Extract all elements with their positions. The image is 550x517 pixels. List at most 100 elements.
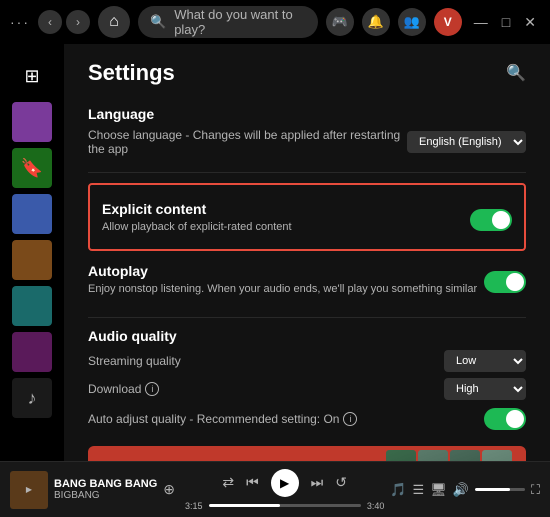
explicit-toggle-slider [470, 209, 512, 231]
streaming-quality-row: Streaming quality Low Normal High Very h… [88, 350, 526, 372]
auto-adjust-label: Auto adjust quality - Recommended settin… [88, 412, 339, 426]
player-right-controls: 🎵 ☰ 🖥 🔊 ⛶ [390, 482, 540, 498]
promo-banner[interactable]: LINKIN PARK THE EMPTINESS MACHINE LISTEN… [88, 446, 526, 461]
friends-icon[interactable]: 👥 [398, 8, 426, 36]
download-label: Download [88, 382, 141, 396]
banner-figure-2 [418, 450, 448, 461]
topbar-nav: ‹ › [38, 10, 90, 34]
auto-adjust-row: Auto adjust quality - Recommended settin… [88, 408, 526, 430]
settings-header: Settings 🔍 [88, 60, 526, 86]
auto-adjust-label-wrap: Auto adjust quality - Recommended settin… [88, 412, 357, 426]
autoplay-toggle[interactable] [484, 271, 526, 293]
player-time-total: 3:40 [367, 501, 385, 511]
banner-figure-1 [386, 450, 416, 461]
player-time-current: 3:15 [185, 501, 203, 511]
window-controls: — □ ✕ [470, 12, 540, 33]
player-buttons: ⇄ ⏮ ▶ ⏭ ↺ [222, 469, 347, 497]
player-track-name: BANG BANG BANG [54, 478, 157, 490]
prev-button[interactable]: ⏮ [246, 474, 259, 491]
progress-bar[interactable] [209, 504, 361, 507]
forward-button[interactable]: › [66, 10, 90, 34]
sidebar-item-1[interactable] [12, 102, 52, 142]
sidebar-note-icon[interactable]: ♪ [12, 378, 52, 418]
player-album-art: ▶ [10, 471, 48, 509]
language-select[interactable]: English (English) [407, 131, 526, 153]
sidebar-item-5[interactable] [12, 286, 52, 326]
autoplay-title: Autoplay [88, 263, 477, 279]
sidebar: ⊞ 🔖 ♪ [0, 44, 64, 461]
close-button[interactable]: ✕ [520, 12, 540, 33]
controller-icon[interactable]: 🎮 [326, 8, 354, 36]
maximize-button[interactable]: □ [498, 12, 514, 33]
streaming-quality-select[interactable]: Low Normal High Very high [444, 350, 526, 372]
sidebar-item-3[interactable] [12, 194, 52, 234]
settings-search-icon[interactable]: 🔍 [506, 63, 526, 83]
language-description: Choose language - Changes will be applie… [88, 128, 407, 156]
banner-figures [386, 450, 512, 461]
sidebar-item-4[interactable] [12, 240, 52, 280]
search-bar[interactable]: 🔍 What do you want to play? [138, 6, 318, 38]
autoplay-section: Autoplay Enjoy nonstop listening. When y… [88, 263, 526, 301]
settings-content: Settings 🔍 Language Choose language - Ch… [64, 44, 550, 461]
volume-icon[interactable]: 🔊 [453, 482, 469, 498]
player-info: BANG BANG BANG BIGBANG [54, 478, 157, 501]
banner-figure-3 [450, 450, 480, 461]
streaming-quality-label: Streaming quality [88, 354, 181, 368]
player-bar: ▶ BANG BANG BANG BIGBANG ⊕ ⇄ ⏮ ▶ ⏭ ↺ 3:1… [0, 461, 550, 517]
user-avatar[interactable]: V [434, 8, 462, 36]
autoplay-row: Autoplay Enjoy nonstop listening. When y… [88, 263, 526, 301]
explicit-content-row: Explicit content Allow playback of expli… [102, 201, 512, 239]
auto-adjust-toggle[interactable] [484, 408, 526, 430]
bell-icon[interactable]: 🔔 [362, 8, 390, 36]
sidebar-item-6[interactable] [12, 332, 52, 372]
explicit-content-toggle[interactable] [470, 209, 512, 231]
language-title: Language [88, 106, 526, 122]
download-info-icon[interactable]: i [145, 382, 159, 396]
language-section: Language Choose language - Changes will … [88, 106, 526, 156]
explicit-content-desc: Allow playback of explicit-rated content [102, 221, 292, 233]
minimize-button[interactable]: — [470, 12, 492, 33]
auto-adjust-info-icon[interactable]: i [343, 412, 357, 426]
topbar-menu-dots[interactable]: ··· [10, 14, 30, 30]
download-quality-row: Download i Low Normal High Very high [88, 378, 526, 400]
autoplay-text: Autoplay Enjoy nonstop listening. When y… [88, 263, 477, 301]
explicit-content-section: Explicit content Allow playback of expli… [88, 183, 526, 251]
lyrics-icon[interactable]: 🎵 [390, 482, 406, 498]
banner-figure-4 [482, 450, 512, 461]
settings-title: Settings [88, 60, 175, 86]
main-layout: ⊞ 🔖 ♪ Settings 🔍 Language Cho [0, 44, 550, 461]
play-button[interactable]: ▶ [271, 469, 299, 497]
search-icon: 🔍 [150, 14, 166, 30]
home-button[interactable]: ⌂ [98, 6, 130, 38]
volume-bar[interactable] [475, 488, 525, 491]
next-button[interactable]: ⏭ [311, 474, 324, 491]
auto-adjust-toggle-slider [484, 408, 526, 430]
divider-2 [88, 317, 526, 318]
player-artist-name: BIGBANG [54, 490, 157, 501]
volume-fill [475, 488, 510, 491]
back-button[interactable]: ‹ [38, 10, 62, 34]
sidebar-library-icon[interactable]: ⊞ [12, 56, 52, 96]
player-progress: 3:15 3:40 [185, 501, 384, 511]
fullscreen-icon[interactable]: ⛶ [531, 482, 540, 498]
repeat-button[interactable]: ↺ [335, 474, 347, 491]
sidebar-item-2[interactable]: 🔖 [12, 148, 52, 188]
player-add-button[interactable]: ⊕ [163, 481, 175, 498]
progress-fill [209, 504, 281, 507]
devices-icon[interactable]: 🖥 [430, 482, 447, 498]
audio-quality-section: Audio quality Streaming quality Low Norm… [88, 328, 526, 430]
autoplay-desc: Enjoy nonstop listening. When your audio… [88, 283, 477, 295]
topbar: ··· ‹ › ⌂ 🔍 What do you want to play? 🎮 … [0, 0, 550, 44]
player-controls: ⇄ ⏮ ▶ ⏭ ↺ 3:15 3:40 [185, 469, 384, 511]
autoplay-toggle-slider [484, 271, 526, 293]
download-quality-select[interactable]: Low Normal High Very high [444, 378, 526, 400]
queue-icon[interactable]: ☰ [413, 482, 425, 498]
search-placeholder: What do you want to play? [174, 7, 306, 37]
shuffle-button[interactable]: ⇄ [222, 474, 234, 491]
audio-quality-title: Audio quality [88, 328, 526, 344]
download-label-wrap: Download i [88, 382, 159, 396]
explicit-content-text: Explicit content Allow playback of expli… [102, 201, 292, 239]
language-row: Choose language - Changes will be applie… [88, 128, 526, 156]
topbar-right: 🎮 🔔 👥 V — □ ✕ [326, 8, 540, 36]
explicit-content-title: Explicit content [102, 201, 292, 217]
